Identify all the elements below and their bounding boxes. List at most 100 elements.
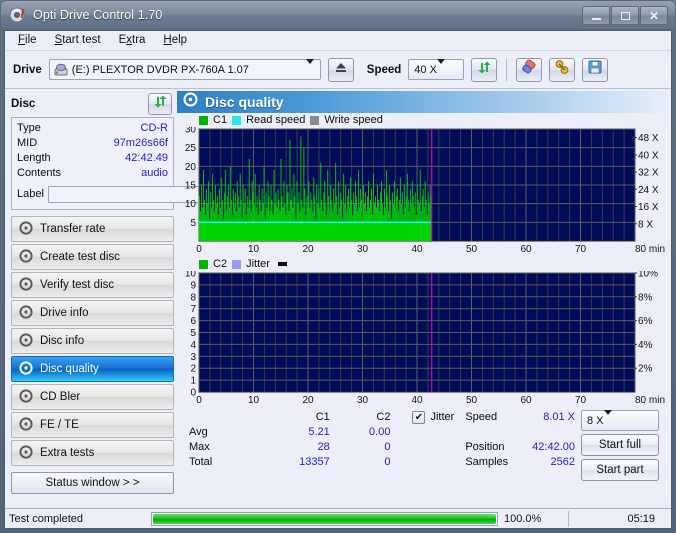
disc-info-row: Type CD-R [17,121,168,136]
disc-label-caption: Label [17,188,44,200]
sidebar-item-extra-tests[interactable]: Extra tests [11,440,174,466]
disc-type-label: Type [17,122,41,134]
legend-swatch-write-speed [310,115,320,125]
sidebar-item-label: Verify test disc [40,279,115,291]
disc-mid-label: MID [17,137,38,149]
disc-label: Disc [11,98,36,110]
sidebar-item-label: Create test disc [40,251,120,263]
sidebar-item-drive-info[interactable]: Drive info [11,300,174,326]
sidebar-item-transfer-rate[interactable]: Transfer rate [11,216,174,242]
test-speed-value: 8 X [587,414,604,427]
menu-start-test[interactable]: Start test [48,32,110,49]
c2-plot-area[interactable]: 0 1 2 3 4 5 6 7 8 9 10 2% 4% 6% 8% 10% 0 10 20 30 40 50 60 70 80… [177,271,667,406]
disc-info-row: Contents audio [17,166,168,181]
speed-select[interactable]: 40 X [408,58,465,80]
chevron-down-icon[interactable] [305,58,314,76]
svg-text:5: 5 [190,218,196,229]
svg-text:60: 60 [520,244,532,255]
sidebar-item-verify-test-disc[interactable]: Verify test disc [11,272,174,298]
svg-text:40: 40 [411,395,423,406]
samples-stat-value: 2562 [550,456,575,468]
svg-text:0: 0 [196,244,202,255]
stat-avg-c2: 0.00 [369,426,391,438]
progress-bar [151,510,504,528]
tools-button[interactable] [549,57,576,82]
window-controls: ✕ [582,6,668,25]
c1-chart: C1 Read speed Write speed 5 10 15 20 25 30 8 X… [177,113,667,255]
window-title: Opti Drive Control 1.70 [33,8,163,22]
menu-bar: FFileile Start test Extra Help [5,31,671,51]
svg-text:80 min: 80 min [635,244,665,255]
save-button[interactable] [582,57,609,82]
disc-refresh-button[interactable] [148,93,172,115]
svg-text:10: 10 [185,199,197,210]
sidebar-item-label: Extra tests [40,447,95,459]
disc-icon [19,444,33,462]
refresh-icon [477,60,492,80]
disc-contents-value: audio [141,167,168,179]
start-full-button[interactable]: Start full [581,434,659,456]
svg-text:4: 4 [190,340,196,351]
c1-plot-area[interactable]: 5 10 15 20 25 30 8 X 16 X 24 X 32 X 40 X 48 X 0 10 20 3… [177,127,667,255]
close-button[interactable]: ✕ [640,6,668,25]
svg-text:24 X: 24 X [638,185,659,196]
svg-text:8: 8 [190,292,196,303]
menu-extra[interactable]: Extra [112,32,155,49]
stat-header-c2: C2 [376,411,391,423]
eject-button[interactable] [327,57,354,82]
svg-text:6: 6 [190,316,196,327]
sidebar-item-disc-info[interactable]: Disc info [11,328,174,354]
content-pane: Disc quality C1 Read speed Write speed 5… [177,89,671,508]
status-divider [568,510,569,527]
disc-length-label: Length [17,152,51,164]
svg-text:25: 25 [185,143,197,154]
c1-legend: C1 Read speed Write speed [177,113,667,127]
svg-text:6%: 6% [638,316,653,327]
svg-text:60: 60 [520,395,532,406]
disc-icon [183,92,198,112]
progress-fill [153,513,496,524]
jitter-checkbox-row: ✔ Jitter [412,410,465,425]
sidebar-item-disc-quality[interactable]: Disc quality [11,356,174,382]
svg-text:0: 0 [196,395,202,406]
sidebar-item-cd-bler[interactable]: CD Bler [11,384,174,410]
menu-file[interactable]: FFileile [11,32,46,49]
menu-help[interactable]: Help [156,32,196,49]
maximize-button[interactable] [611,6,639,25]
drive-select[interactable]: (E:) PLEXTOR DVDR PX-760A 1.07 [48,58,321,80]
svg-text:20: 20 [302,395,314,406]
disc-icon [19,248,33,266]
drive-icon [54,63,68,77]
test-speed-select[interactable]: 8 X [581,409,659,431]
chevron-down-icon[interactable] [436,58,445,76]
sidebar-item-create-test-disc[interactable]: Create test disc [11,244,174,270]
svg-text:70: 70 [575,395,587,406]
svg-text:16 X: 16 X [638,202,659,213]
disc-icon [19,304,33,322]
jitter-checkbox[interactable]: ✔ [412,411,426,424]
start-part-button[interactable]: Start part [581,459,659,481]
minimize-button[interactable] [582,6,610,25]
chevron-down-icon[interactable] [603,409,612,427]
status-window-button[interactable]: Status window > > [11,472,174,494]
speed-stat-value: 8.01 X [543,411,575,423]
refresh-button[interactable] [471,57,498,82]
speed-stat-label: Speed [465,411,498,423]
svg-text:70: 70 [575,244,587,255]
disc-icon [19,276,33,294]
statistics-panel: Avg Max Total C1 5.21 28 13357 C2 0.00 0 [177,406,667,481]
legend-swatch-jitter [232,259,242,269]
position-stat-label: Position [465,441,505,453]
disc-section-header: Disc [11,93,174,115]
stats-spacer [177,410,271,425]
sidebar-item-fe-te[interactable]: FE / TE [11,412,174,438]
disc-label-row: Label [17,184,252,204]
speed-value: 40 X [414,63,437,76]
drive-label: Drive [13,63,42,76]
window-frame: Opti Drive Control 1.70 ✕ FFileile Start… [0,0,676,533]
svg-text:10: 10 [185,271,197,280]
erase-button[interactable] [516,57,543,82]
svg-text:2%: 2% [638,364,653,375]
sidebar-item-label: Disc quality [40,363,99,375]
legend-label-read-speed: Read speed [246,114,306,126]
